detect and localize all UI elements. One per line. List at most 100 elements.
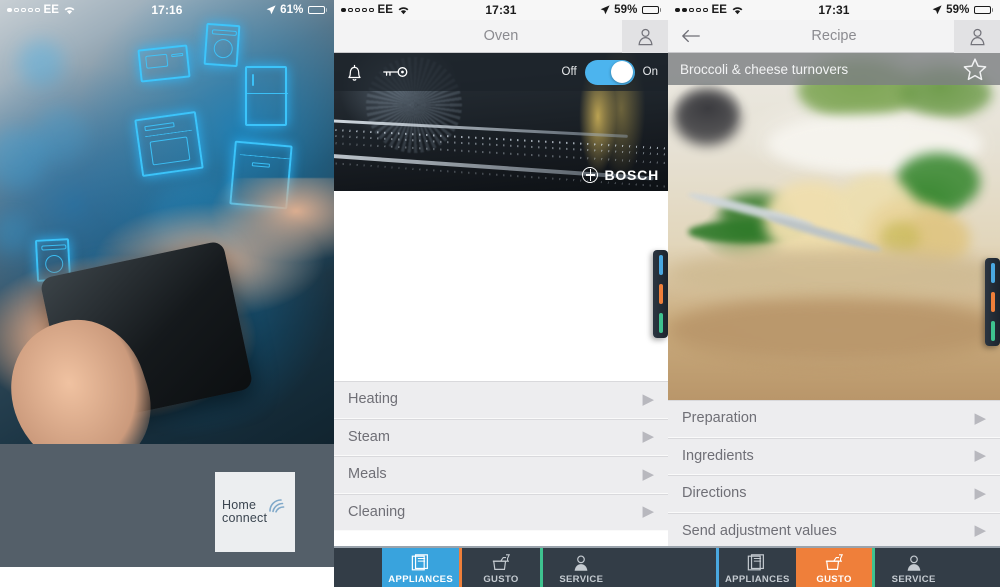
chevron-right-icon: ▶ [642,428,654,446]
tab-appliances[interactable]: APPLIANCES [382,548,460,587]
page-title: Oven [483,28,519,44]
bell-icon[interactable] [344,62,365,83]
key-icon[interactable] [381,64,409,80]
chevron-right-icon: ▶ [974,409,986,427]
side-menu-handle[interactable] [985,258,1000,346]
tab-bar-spacer-right [952,548,1000,587]
location-arrow-icon [600,5,610,15]
status-bar-right: 61% [266,4,327,16]
power-toggle[interactable]: Off On [561,59,658,85]
battery-icon [973,5,993,15]
handle-bar-service [658,313,663,333]
panel-recipe: EE 17:31 59% Recipe Broccoli & cheese tu… [668,0,1000,587]
oven-photo: Off On BOSCH [334,53,668,191]
chevron-right-icon: ▶ [974,522,986,540]
battery-percent-label: 59% [946,4,970,16]
chevron-right-icon: ▶ [642,503,654,521]
toggle-knob [611,61,634,83]
handle-bar-appliances [990,263,995,283]
page-title: Recipe [811,28,857,44]
toggle-off-label: Off [561,66,577,78]
tab-label: APPLIANCES [388,573,454,585]
list-item-label: Send adjustment values [682,522,837,539]
tab-bar-spacer-right [620,548,668,587]
list-item-label: Heating [348,391,398,408]
list-item-directions[interactable]: Directions ▶ [668,475,1000,513]
icon-oven-glow [134,110,204,178]
chevron-right-icon: ▶ [974,484,986,502]
location-arrow-icon [266,5,276,15]
tab-label: SERVICE [559,573,604,585]
status-bar-right-panel: EE 17:31 59% [668,0,1000,20]
list-item-label: Ingredients [682,447,754,464]
pot-and-glass-icon [823,553,845,573]
icon-microwave-glow [137,44,191,83]
chevron-right-icon: ▶ [974,447,986,465]
list-item-ingredients[interactable]: Ingredients ▶ [668,437,1000,475]
user-service-icon [903,553,925,573]
toggle-switch[interactable] [584,59,635,85]
hero-image-appliances: EE 17:16 61% [0,0,334,444]
tab-bar-spacer-left [668,548,716,587]
handle-bar-appliances [658,255,663,275]
user-service-icon [570,553,592,573]
recipe-menu-list: Preparation ▶ Ingredients ▶ Directions ▶… [668,400,1000,550]
list-item-send-adjustment-values[interactable]: Send adjustment values ▶ [668,512,1000,550]
pot-and-glass-icon [490,553,512,573]
logo-line-2: connect [222,511,268,525]
star-outline-icon[interactable] [962,57,988,82]
nav-bar-oven: Oven [334,19,668,53]
recipe-photo: Broccoli & cheese turnovers [668,53,1000,400]
wifi-arcs-icon [268,495,290,513]
content-blank-area [334,191,668,381]
chevron-right-icon: ▶ [642,465,654,483]
list-item-label: Cleaning [348,503,406,520]
appliances-stack-icon [410,553,432,573]
list-item-label: Directions [682,485,747,502]
tab-bar-right: APPLIANCES GUSTO SERVICE [668,546,1000,587]
location-arrow-icon [932,5,942,15]
bosch-brand: BOSCH [582,167,659,183]
battery-percent-label: 59% [614,4,638,16]
icon-washing-machine-glow [203,22,241,68]
nav-bar-recipe: Recipe [668,19,1000,53]
toggle-on-label: On [642,66,658,78]
list-item-heating[interactable]: Heating ▶ [334,381,668,419]
recipe-title-bar: Broccoli & cheese turnovers [668,53,1000,85]
side-menu-handle[interactable] [653,250,668,338]
bosch-logo-icon [582,167,599,183]
oven-menu-list: Heating ▶ Steam ▶ Meals ▶ Cleaning ▶ [334,381,668,531]
list-item-steam[interactable]: Steam ▶ [334,418,668,456]
tab-label: GUSTO [483,573,519,585]
status-bar-middle: EE 17:31 59% [334,0,668,20]
handle-bar-gusto [990,292,995,312]
handle-bar-service [990,321,995,341]
recipe-title: Broccoli & cheese turnovers [680,61,849,77]
list-item-preparation[interactable]: Preparation ▶ [668,400,1000,438]
home-connect-logo: Home connect [215,472,295,552]
tab-service[interactable]: SERVICE [875,548,952,587]
tab-label: APPLIANCES [724,573,790,585]
tab-label: SERVICE [891,573,936,585]
list-item-label: Meals [348,466,387,483]
tab-gusto[interactable]: GUSTO [795,548,873,587]
list-item-meals[interactable]: Meals ▶ [334,456,668,494]
tab-bar-middle: APPLIANCES GUSTO SERVICE [334,546,668,587]
panel-oven: EE 17:31 59% Oven Off On BOSCH Heating ▶… [334,0,668,587]
list-item-label: Preparation [682,410,757,427]
home-connect-footer: Home connect [0,444,334,567]
list-item-cleaning[interactable]: Cleaning ▶ [334,493,668,531]
handle-bar-gusto [658,284,663,304]
tab-appliances[interactable]: APPLIANCES [719,548,796,587]
status-bar-right: 59% [932,4,993,16]
tab-service[interactable]: SERVICE [543,548,620,587]
list-item-label: Steam [348,428,390,445]
tab-bar-spacer-left [334,548,382,587]
tab-gusto[interactable]: GUSTO [462,548,539,587]
status-bar-left: EE 17:16 61% [0,0,334,20]
battery-icon [307,5,327,15]
battery-icon [641,5,661,15]
tab-label: GUSTO [816,573,852,585]
panel-home-connect-splash: EE 17:16 61% Home connect [0,0,334,587]
chevron-right-icon: ▶ [642,390,654,408]
